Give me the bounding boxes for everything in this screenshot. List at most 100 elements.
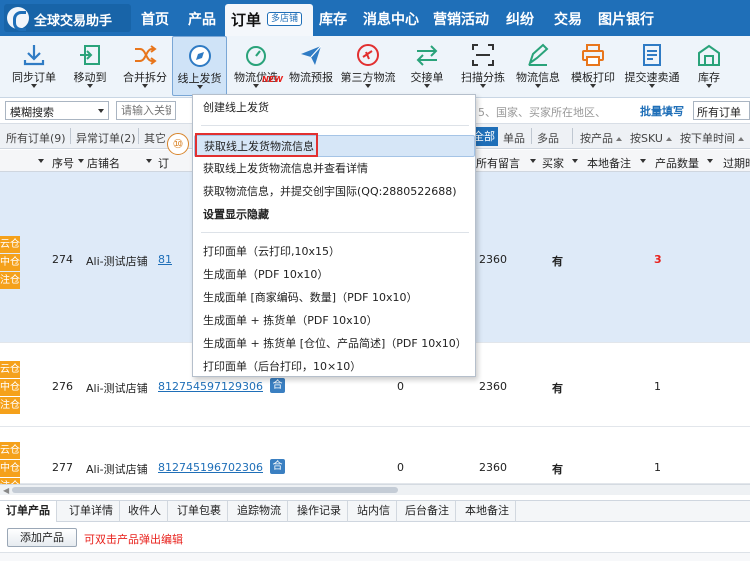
col-order[interactable]: 订 [158,155,169,171]
logistics-info-label: 物流信息 [516,71,560,84]
row-buyer-message: 有 [552,255,563,268]
nav-inventory[interactable]: 库存 [319,9,347,29]
bulk-fill-link[interactable]: 批量填写 [640,103,684,119]
warehouse-tag: 中仓 [0,460,20,477]
tab-order-package[interactable]: 订单包裹 [171,501,228,522]
paper-plane-icon [301,45,322,65]
handover-button[interactable]: 交接单 [400,36,454,96]
row-order-link[interactable]: 812745196702306 [158,461,263,474]
filter-multi-button[interactable]: 多品 [537,130,559,146]
row-amount: 2360 [479,461,507,474]
order-scope-select[interactable]: 所有订单 [693,101,750,120]
nav-products[interactable]: 产品 [188,9,216,29]
divider [531,128,532,144]
move-to-button[interactable]: 移动到 [63,36,117,96]
col-qty[interactable]: 产品数量 [655,155,699,171]
warehouse-tag: 注仓 [0,272,20,289]
row-qty: 3 [654,253,662,266]
tab-order-details[interactable]: 订单详情 [63,501,120,522]
menu-print-label-cloud[interactable]: 打印面单（云打印,10x15） [194,241,475,263]
sort-by-sku-label: 按SKU [630,132,663,145]
tab-exception-orders[interactable]: 异常订单(2) [76,130,136,146]
scrollbar-thumb[interactable] [12,487,398,493]
nav-image-bank[interactable]: 图片银行 [598,9,654,29]
warehouse-tag: 注仓 [0,397,20,414]
inventory-button[interactable]: 库存 [686,36,732,96]
menu-generate-label-picklist-location[interactable]: 生成面单 + 拣货单 [仓位、产品简述]（PDF 10x10） [194,333,475,355]
table-row[interactable]: 云仓 中仓 注仓 277 Ali-测试店铺 812745196702306 合 … [0,427,750,495]
tab-recipient[interactable]: 收件人 [122,501,168,522]
logistics-forecast-button[interactable]: 物流预报 [285,36,337,96]
search-mode-select[interactable]: 模糊搜索 [5,101,109,120]
sort-by-time[interactable]: 按下单时间 [680,130,744,146]
logistics-info-button[interactable]: 物流信息 [512,36,564,96]
row-buyer-message: 有 [552,463,563,476]
scroll-left-icon[interactable]: ◀ [3,486,9,495]
menu-generate-label-picklist[interactable]: 生成面单 + 拣货单（PDF 10x10） [194,310,475,332]
menu-generate-label-pdf[interactable]: 生成面单（PDF 10x10） [194,264,475,286]
nav-trade[interactable]: 交易 [554,9,582,29]
printer-icon [582,44,604,66]
col-local-note[interactable]: 本地备注 [587,155,631,171]
column-menu-icon[interactable] [707,159,713,163]
nav-orders[interactable]: 订单 多店铺 [225,4,313,36]
menu-fetch-and-view-details[interactable]: 获取线上发货物流信息并查看详情 [194,158,475,180]
col-expire[interactable]: 过期时 [723,155,750,171]
tab-backend-note[interactable]: 后台备注 [399,501,456,522]
filter-single-button[interactable]: 单品 [503,130,525,146]
col-message[interactable]: 所有留言 [476,155,520,171]
menu-fetch-and-submit[interactable]: 获取物流信息，并提交创宇国际(QQ:2880522688) [194,181,475,203]
tab-operation-log[interactable]: 操作记录 [291,501,348,522]
nav-messages[interactable]: 消息中心 [363,9,419,29]
app-logo[interactable]: 全球交易助手 [4,4,131,32]
download-icon [23,45,45,66]
column-menu-icon[interactable] [38,159,44,163]
search-input[interactable] [116,101,176,120]
online-ship-button[interactable]: 线上发货 [172,36,227,96]
chevron-down-icon [142,84,148,88]
column-menu-icon[interactable] [530,159,536,163]
merge-split-button[interactable]: 合并拆分 [118,36,172,96]
menu-divider [201,232,469,233]
nav-disputes[interactable]: 纠纷 [506,9,534,29]
menu-generate-label-sku-qty[interactable]: 生成面单 [商家编码、数量]（PDF 10x10） [194,287,475,309]
tab-track-logistics[interactable]: 追踪物流 [231,501,288,522]
row-buyer-message: 有 [552,382,563,395]
column-menu-icon[interactable] [146,159,152,163]
sync-orders-button[interactable]: 同步订单 [6,36,62,96]
third-party-logistics-button[interactable]: 第三方物流 [338,36,398,96]
horizontal-scrollbar[interactable]: ◀ [0,484,750,495]
nav-marketing[interactable]: 营销活动 [433,9,489,29]
tab-local-note[interactable]: 本地备注 [459,501,516,522]
menu-create-online-ship[interactable]: 创建线上发货 [194,97,475,119]
col-buyer[interactable]: 买家 [542,155,564,171]
row-order-link[interactable]: 81 [158,253,172,266]
tab-all-orders[interactable]: 所有订单(9) [6,130,66,146]
tab-site-messages[interactable]: 站内信 [351,501,397,522]
chevron-down-icon [87,84,93,88]
tab-order-products[interactable]: 订单产品 [0,501,57,522]
column-menu-icon[interactable] [640,159,646,163]
multi-store-badge: 多店铺 [267,12,303,26]
menu-display-settings[interactable]: 设置显示隐藏 [194,204,475,226]
add-product-button[interactable]: 添加产品 [7,528,77,547]
template-print-button[interactable]: 模板打印 [566,36,620,96]
logistics-optimize-button[interactable]: 物流优选 [228,36,284,96]
sort-arrow-icon [665,137,672,141]
menu-print-label-backend[interactable]: 打印面单（后台打印，10×10） [194,356,475,378]
col-store[interactable]: 店铺名 [87,155,120,171]
row-order-link[interactable]: 812754597129306 [158,380,263,393]
inventory-label: 库存 [698,71,720,84]
scan-sort-button[interactable]: 扫描分拣 [455,36,511,96]
warehouse-tag: 中仓 [0,379,20,396]
submit-aliexpress-button[interactable]: 提交速卖通 [622,36,682,96]
col-seq[interactable]: 序号 [52,155,74,171]
column-menu-icon[interactable] [572,159,578,163]
chevron-down-icon [649,84,655,88]
sort-by-product[interactable]: 按产品 [580,130,622,146]
tab-other[interactable]: 其它 [144,130,166,146]
sort-by-sku[interactable]: 按SKU [630,130,672,146]
move-icon [80,45,100,65]
nav-home[interactable]: 首页 [141,9,169,29]
column-menu-icon[interactable] [78,159,84,163]
